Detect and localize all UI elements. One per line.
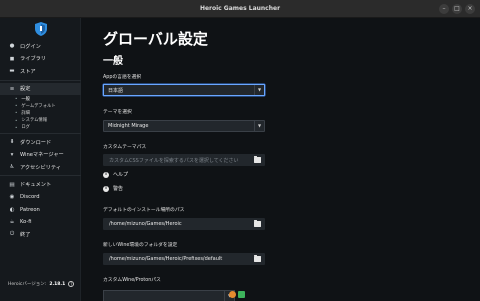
sidebar: ● ログイン ◼ ライブラリ ▬ ストア ≡ 設定 一般 ゲームデフォルト 詳細… xyxy=(0,18,81,301)
sidebar-item-label: Discord xyxy=(20,194,40,201)
custom-theme-placeholder: カスタムCSSファイルを探索するパスを選択してください xyxy=(109,157,239,164)
window-controls: – □ × xyxy=(439,4,475,14)
version-label: Heroicバージョン: xyxy=(8,282,47,287)
info-icon: i xyxy=(103,185,109,192)
theme-select[interactable]: Midnight Mirage ▼ xyxy=(103,120,265,132)
sidebar-subitem-system-info[interactable]: システム情報 xyxy=(0,117,81,124)
chevron-down-icon: ▼ xyxy=(254,85,264,95)
folder-icon[interactable] xyxy=(254,219,261,227)
help-label: ヘルプ xyxy=(113,172,129,178)
sidebar-item-label: ログイン xyxy=(20,43,41,50)
sidebar-item-quit[interactable]: ⏻ 終了 xyxy=(0,228,81,241)
sidebar-divider xyxy=(0,175,81,177)
store-icon: ▬ xyxy=(9,68,15,75)
sidebar-item-label: ライブラリ xyxy=(20,56,46,63)
help-icon[interactable]: ? xyxy=(68,281,75,287)
quit-icon: ⏻ xyxy=(9,231,15,238)
sidebar-item-label: 設定 xyxy=(20,86,31,93)
language-label: Appの言語を選択 xyxy=(103,75,142,80)
sidebar-item-label: ダウンロード xyxy=(20,139,52,146)
gamepad-icon: ◼ xyxy=(9,55,15,62)
page-title: グローバル設定 xyxy=(103,30,208,48)
folder-icon[interactable] xyxy=(254,254,261,262)
wine-prefix-label: 新しいWine環境のフォルダを設定 xyxy=(103,243,178,248)
sidebar-divider xyxy=(0,79,81,81)
custom-wine-label: カスタムWine/Protonパス xyxy=(103,278,161,283)
sidebar-item-label: 終了 xyxy=(20,232,31,239)
custom-theme-label: カスタムテーマパス xyxy=(103,145,147,150)
folder-icon[interactable] xyxy=(254,155,261,163)
custom-theme-warning[interactable]: i 警告 xyxy=(103,185,123,192)
chevron-down-icon: ▼ xyxy=(254,121,264,131)
download-icon: ⬇ xyxy=(9,139,15,146)
sidebar-divider xyxy=(0,132,81,134)
wine-prefix-value: /home/mizuno/Games/Heroic/Prefixes/defau… xyxy=(109,256,223,262)
discord-icon: ◉ xyxy=(9,194,15,201)
install-path-value: /home/mizuno/Games/Heroic xyxy=(109,221,182,227)
sidebar-subitem-log[interactable]: ログ xyxy=(0,124,81,131)
sidebar-subitem-general[interactable]: 一般 xyxy=(0,95,81,102)
sidebar-item-discord[interactable]: ◉ Discord xyxy=(0,191,81,204)
theme-value: Midnight Mirage xyxy=(108,123,149,129)
install-path-label: デフォルトのインストール場所のパス xyxy=(103,208,185,213)
sidebar-item-login[interactable]: ● ログイン xyxy=(0,40,81,53)
wine-icon: ▾ xyxy=(10,151,14,158)
custom-theme-help[interactable]: i ヘルプ xyxy=(103,171,128,178)
sidebar-item-patreon[interactable]: ◐ Patreon xyxy=(0,203,81,216)
wine-prefix-input[interactable]: /home/mizuno/Games/Heroic/Prefixes/defau… xyxy=(103,253,265,265)
window-titlebar: Heroic Games Launcher – □ × xyxy=(0,0,480,18)
maximize-button[interactable]: □ xyxy=(452,4,462,14)
sidebar-item-store[interactable]: ▬ ストア xyxy=(0,65,81,78)
install-path-input[interactable]: /home/mizuno/Games/Heroic xyxy=(103,218,265,230)
warning-label: 警告 xyxy=(113,186,124,192)
sidebar-item-label: Wineマネージャー xyxy=(20,152,64,159)
patreon-icon: ◐ xyxy=(9,206,15,213)
sidebar-item-wine-manager[interactable]: ▾ Wineマネージャー xyxy=(0,148,81,161)
sidebar-item-label: Ko-fi xyxy=(20,219,32,226)
sidebar-item-label: Patreon xyxy=(20,206,40,213)
theme-label: テーマを選択 xyxy=(103,110,132,115)
sidebar-item-settings[interactable]: ≡ 設定 xyxy=(0,82,81,95)
sidebar-item-accessibility[interactable]: ♿ アクセシビリティ xyxy=(0,161,81,174)
sidebar-item-downloads[interactable]: ⬇ ダウンロード xyxy=(0,136,81,149)
sidebar-subitem-game-defaults[interactable]: ゲームデフォルト xyxy=(0,102,81,109)
sliders-icon: ≡ xyxy=(9,85,15,92)
add-wine-path-button[interactable] xyxy=(238,291,245,298)
language-value: 日本語 xyxy=(108,87,124,94)
sidebar-item-kofi[interactable]: ☕ Ko-fi xyxy=(0,216,81,229)
sidebar-subitem-advanced[interactable]: 詳細 xyxy=(0,109,81,116)
close-button[interactable]: × xyxy=(465,4,475,14)
user-icon: ● xyxy=(9,43,15,50)
kofi-icon: ☕ xyxy=(9,219,15,226)
sidebar-item-label: ストア xyxy=(20,68,36,75)
sidebar-item-library[interactable]: ◼ ライブラリ xyxy=(0,53,81,66)
heroic-logo-icon[interactable] xyxy=(35,22,47,36)
accessibility-icon: ♿ xyxy=(9,164,15,171)
version-info: Heroicバージョン: 2.18.1 ? xyxy=(8,281,75,287)
minimize-button[interactable]: – xyxy=(439,4,449,14)
remove-wine-path-button[interactable] xyxy=(229,291,236,298)
info-icon: i xyxy=(103,171,109,178)
sidebar-item-label: ドキュメント xyxy=(20,182,52,189)
sidebar-item-label: アクセシビリティ xyxy=(20,164,61,171)
custom-wine-select[interactable]: ▼ xyxy=(103,290,235,301)
sidebar-nav: ● ログイン ◼ ライブラリ ▬ ストア ≡ 設定 一般 ゲームデフォルト 詳細… xyxy=(0,40,81,241)
settings-main: グローバル設定 一般 Appの言語を選択 日本語 ▼ テーマを選択 Midnig… xyxy=(82,18,480,301)
version-value: 2.18.1 xyxy=(49,281,66,287)
window-title: Heroic Games Launcher xyxy=(199,5,281,12)
sidebar-item-documentation[interactable]: ▤ ドキュメント xyxy=(0,178,81,191)
custom-theme-path-input[interactable]: カスタムCSSファイルを探索するパスを選択してください xyxy=(103,154,265,166)
section-title: 一般 xyxy=(103,56,123,67)
language-select[interactable]: 日本語 ▼ xyxy=(103,84,265,96)
book-icon: ▤ xyxy=(9,181,15,188)
